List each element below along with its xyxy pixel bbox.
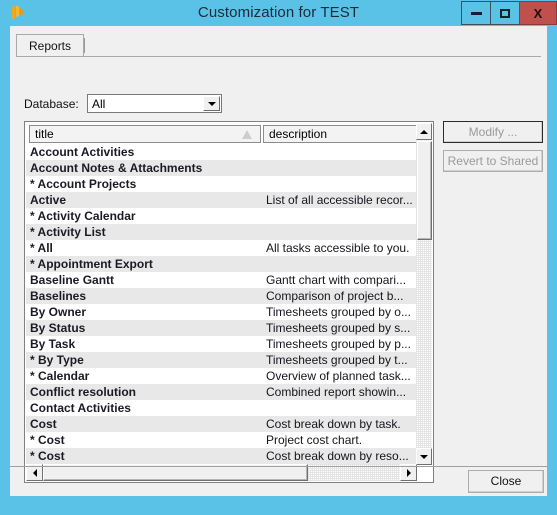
cell-title: * Appointment Export bbox=[30, 257, 153, 271]
table-row[interactable]: Account Activities bbox=[26, 144, 417, 160]
scroll-up-button[interactable] bbox=[416, 123, 432, 140]
cell-description bbox=[266, 256, 416, 272]
cell-description bbox=[266, 176, 416, 192]
table-row[interactable]: * Account Projects bbox=[26, 176, 417, 192]
table-row[interactable]: Baseline Gantt Gantt chart with compari..… bbox=[26, 272, 417, 288]
table-row[interactable]: By Owner Timesheets grouped by o... bbox=[26, 304, 417, 320]
cell-description: Timesheets grouped by t... bbox=[266, 353, 408, 367]
table-row[interactable]: By Status Timesheets grouped by s... bbox=[26, 320, 417, 336]
arrow-left-icon bbox=[32, 468, 37, 477]
minimize-icon bbox=[470, 11, 482, 15]
column-header-description[interactable]: description bbox=[263, 125, 418, 143]
sort-ascending-icon bbox=[242, 130, 252, 139]
cell-title: * All bbox=[30, 241, 53, 255]
database-label: Database: bbox=[24, 97, 79, 111]
cell-description bbox=[266, 208, 416, 224]
cell-title: * By Type bbox=[30, 353, 84, 367]
table-row[interactable]: By Task Timesheets grouped by p... bbox=[26, 336, 417, 352]
cell-title: * Cost bbox=[30, 449, 65, 463]
grid-header-row: title description bbox=[25, 122, 433, 143]
cell-title: Conflict resolution bbox=[30, 385, 136, 399]
revert-to-shared-button[interactable]: Revert to Shared bbox=[443, 150, 543, 172]
cell-description: Timesheets grouped by s... bbox=[266, 321, 411, 335]
table-row[interactable]: * Activity Calendar bbox=[26, 208, 417, 224]
cell-description bbox=[266, 224, 416, 240]
cell-title: * Account Projects bbox=[30, 177, 137, 191]
cell-title: By Owner bbox=[30, 305, 87, 319]
close-window-button[interactable]: X bbox=[519, 1, 557, 25]
database-select[interactable]: All bbox=[87, 94, 222, 113]
cell-description: Gantt chart with compari... bbox=[266, 273, 407, 287]
vertical-scroll-thumb[interactable] bbox=[417, 141, 432, 240]
cell-title: * Cost bbox=[30, 433, 65, 447]
client-area: Reports Database: All title description bbox=[10, 26, 547, 496]
cell-title: Account Activities bbox=[30, 145, 135, 159]
cell-title: * Calendar bbox=[30, 369, 90, 383]
cell-description: List of all accessible recor... bbox=[266, 193, 413, 207]
footer-separator bbox=[10, 466, 547, 467]
table-row[interactable]: * Cost Project cost chart. bbox=[26, 432, 417, 448]
app-logo-icon bbox=[12, 5, 23, 19]
title-bar: Customization for TEST X bbox=[0, 0, 557, 26]
table-row[interactable]: Account Notes & Attachments bbox=[26, 160, 417, 176]
tab-underline bbox=[16, 56, 541, 57]
vertical-scrollbar[interactable] bbox=[416, 123, 432, 465]
table-row[interactable]: Cost Cost break down by task. bbox=[26, 416, 417, 432]
reports-list[interactable]: title description Account Activities Acco… bbox=[24, 121, 434, 483]
arrow-down-icon bbox=[420, 454, 428, 459]
customization-window: Customization for TEST X Reports Databas… bbox=[0, 0, 557, 515]
arrow-up-icon bbox=[420, 129, 428, 134]
cell-title: By Status bbox=[30, 321, 86, 335]
table-row[interactable]: * Cost Cost break down by reso... bbox=[26, 448, 417, 464]
cell-description: Timesheets grouped by p... bbox=[266, 337, 411, 351]
tab-strip: Reports bbox=[16, 34, 541, 57]
minimize-button[interactable] bbox=[461, 1, 490, 25]
report-rows: Account Activities Account Notes & Attach… bbox=[26, 144, 417, 465]
cell-description: Timesheets grouped by o... bbox=[266, 305, 411, 319]
cell-description: Comparison of project b... bbox=[266, 289, 404, 303]
cell-description: All tasks accessible to you. bbox=[266, 241, 410, 255]
column-header-description-label: description bbox=[269, 127, 328, 141]
table-row[interactable]: Baselines Comparison of project b... bbox=[26, 288, 417, 304]
arrow-right-icon bbox=[406, 468, 411, 477]
cell-description: Combined report showin... bbox=[266, 385, 407, 399]
table-row[interactable]: * Activity List bbox=[26, 224, 417, 240]
cell-description bbox=[266, 400, 416, 416]
cell-title: Cost bbox=[30, 417, 57, 431]
cell-description: Overview of planned task... bbox=[266, 369, 411, 383]
column-header-title-label: title bbox=[35, 127, 54, 141]
maximize-icon bbox=[500, 8, 510, 18]
table-row[interactable]: Conflict resolution Combined report showi… bbox=[26, 384, 417, 400]
cell-title: Active bbox=[30, 193, 67, 207]
cell-title: * Activity List bbox=[30, 225, 106, 239]
database-dropdown-button[interactable] bbox=[203, 96, 220, 111]
tab-reports[interactable]: Reports bbox=[16, 34, 85, 56]
scroll-down-button[interactable] bbox=[416, 448, 432, 465]
table-row[interactable]: Active List of all accessible recor... bbox=[26, 192, 417, 208]
table-row[interactable]: Contact Activities bbox=[26, 400, 417, 416]
table-row[interactable]: * By Type Timesheets grouped by t... bbox=[26, 352, 417, 368]
column-header-title[interactable]: title bbox=[29, 125, 261, 143]
chevron-down-icon bbox=[207, 101, 216, 106]
modify-button[interactable]: Modify ... bbox=[443, 121, 543, 143]
close-button[interactable]: Close bbox=[468, 470, 544, 493]
cell-title: Contact Activities bbox=[30, 401, 131, 415]
maximize-button[interactable] bbox=[490, 1, 519, 25]
cell-description bbox=[266, 144, 416, 160]
cell-title: Baselines bbox=[30, 289, 87, 303]
cell-description: Cost break down by task. bbox=[266, 417, 401, 431]
table-row[interactable]: * Appointment Export bbox=[26, 256, 417, 272]
cell-title: * Activity Calendar bbox=[30, 209, 136, 223]
window-controls: X bbox=[461, 0, 557, 26]
table-row[interactable]: * All All tasks accessible to you. bbox=[26, 240, 417, 256]
table-row[interactable]: * Calendar Overview of planned task... bbox=[26, 368, 417, 384]
cell-description: Project cost chart. bbox=[266, 433, 363, 447]
database-selected-value: All bbox=[92, 97, 106, 111]
cell-description: Cost break down by reso... bbox=[266, 449, 409, 463]
tab-divider bbox=[84, 38, 85, 53]
cell-description bbox=[266, 160, 416, 176]
cell-title: Baseline Gantt bbox=[30, 273, 115, 287]
cell-title: Account Notes & Attachments bbox=[30, 161, 203, 175]
cell-title: By Task bbox=[30, 337, 76, 351]
